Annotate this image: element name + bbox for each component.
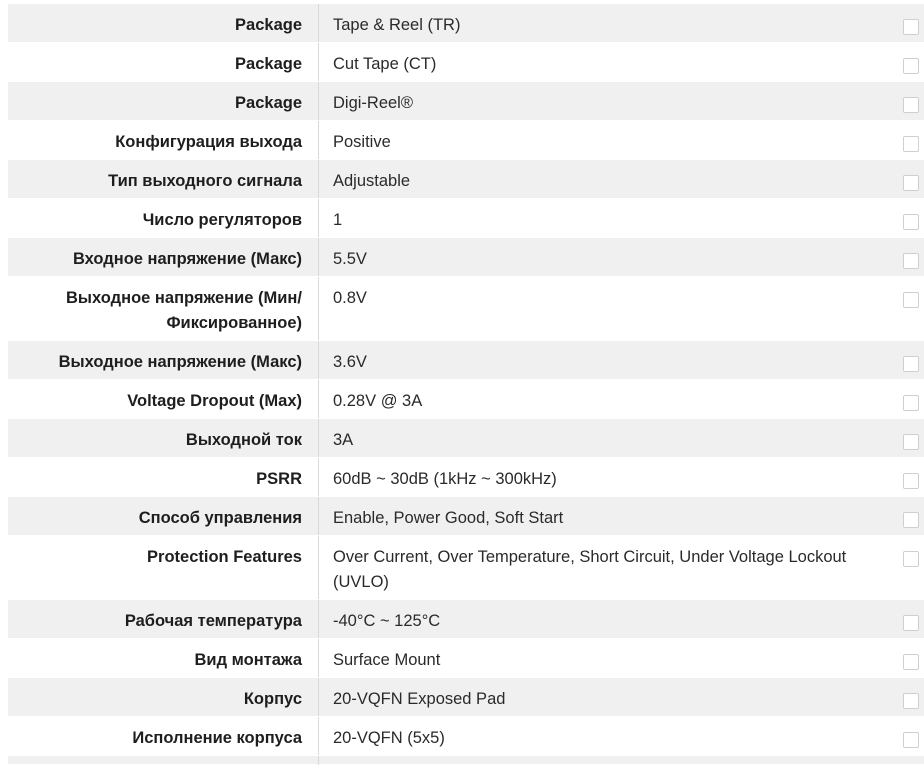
attribute-label [8,756,319,765]
table-row: Тип выходного сигнала Adjustable [8,160,924,199]
attribute-label: Корпус [8,678,319,716]
select-checkbox[interactable] [903,654,919,670]
attribute-value: Tape & Reel (TR) [333,16,461,34]
attribute-value: 5.5V [333,250,367,268]
select-checkbox[interactable] [903,356,919,372]
attribute-label: PSRR [8,458,319,496]
attribute-label: Package [8,43,319,81]
attribute-label: Тип выходного сигнала [8,160,319,198]
select-checkbox[interactable] [903,395,919,411]
table-row: Voltage Dropout (Max) 0.28V @ 3A [8,380,924,419]
attribute-label: Рабочая температура [8,600,319,638]
select-checkbox[interactable] [903,473,919,489]
table-row: PSRR 60dB ~ 30dB (1kHz ~ 300kHz) [8,458,924,497]
table-row: Package Tape & Reel (TR) [8,4,924,43]
select-checkbox[interactable] [903,615,919,631]
attribute-value: 1 [333,211,343,229]
attribute-label: Конфигурация выхода [8,121,319,159]
attribute-value: 20-VQFN (5x5) [333,729,445,747]
attribute-label: Voltage Dropout (Max) [8,380,319,418]
attribute-value: Surface Mount [333,651,441,669]
table-row: Рабочая температура -40°C ~ 125°C [8,600,924,639]
attribute-label: Выходной ток [8,419,319,457]
table-row-partial [8,756,924,765]
attribute-value: 3.6V [333,353,367,371]
select-checkbox[interactable] [903,732,919,748]
table-row: Число регуляторов 1 [8,199,924,238]
attribute-label: Выходное напряжение (Макс) [8,341,319,379]
attribute-value: Enable, Power Good, Soft Start [333,509,564,527]
select-checkbox[interactable] [903,434,919,450]
select-checkbox[interactable] [903,58,919,74]
select-checkbox[interactable] [903,175,919,191]
product-attributes-table: Package Tape & Reel (TR) Package Cut Tap… [8,4,924,765]
attribute-value: 0.28V @ 3A [333,392,423,410]
table-row: Исполнение корпуса 20-VQFN (5x5) [8,717,924,756]
table-row: Выходное напряжение (Мин/ Фиксированное)… [8,277,924,341]
attribute-label: Входное напряжение (Макс) [8,238,319,276]
attribute-value: 3A [333,431,354,449]
attribute-value: 0.8V [333,289,367,307]
attribute-value: Positive [333,133,391,151]
select-checkbox[interactable] [903,97,919,113]
attribute-value: 60dB ~ 30dB (1kHz ~ 300kHz) [333,470,557,488]
attribute-value: Cut Tape (CT) [333,55,437,73]
attribute-label: Число регуляторов [8,199,319,237]
attribute-label: Вид монтажа [8,639,319,677]
select-checkbox[interactable] [903,214,919,230]
table-row: Package Digi-Reel® [8,82,924,121]
select-checkbox[interactable] [903,253,919,269]
table-row: Входное напряжение (Макс) 5.5V [8,238,924,277]
attribute-label: Protection Features [8,536,319,599]
table-row: Protection Features Over Current, Over T… [8,536,924,600]
select-checkbox[interactable] [903,136,919,152]
table-row: Выходной ток 3A [8,419,924,458]
table-row: Вид монтажа Surface Mount [8,639,924,678]
table-row: Выходное напряжение (Макс) 3.6V [8,341,924,380]
select-checkbox[interactable] [903,19,919,35]
attribute-label: Package [8,82,319,120]
select-checkbox[interactable] [903,551,919,567]
table-row: Конфигурация выхода Positive [8,121,924,160]
table-row: Package Cut Tape (CT) [8,43,924,82]
table-row: Способ управления Enable, Power Good, So… [8,497,924,536]
attribute-value: -40°C ~ 125°C [333,612,441,630]
select-checkbox[interactable] [903,512,919,528]
attribute-label: Выходное напряжение (Мин/ Фиксированное) [8,277,319,340]
select-checkbox[interactable] [903,292,919,308]
select-checkbox[interactable] [903,693,919,709]
attribute-label: Способ управления [8,497,319,535]
attribute-label: Package [8,4,319,42]
attribute-value: Digi-Reel® [333,94,414,112]
attribute-value: 20-VQFN Exposed Pad [333,690,506,708]
attribute-value: Over Current, Over Temperature, Short Ci… [333,548,847,591]
table-row: Корпус 20-VQFN Exposed Pad [8,678,924,717]
attribute-label: Исполнение корпуса [8,717,319,755]
attribute-value: Adjustable [333,172,411,190]
